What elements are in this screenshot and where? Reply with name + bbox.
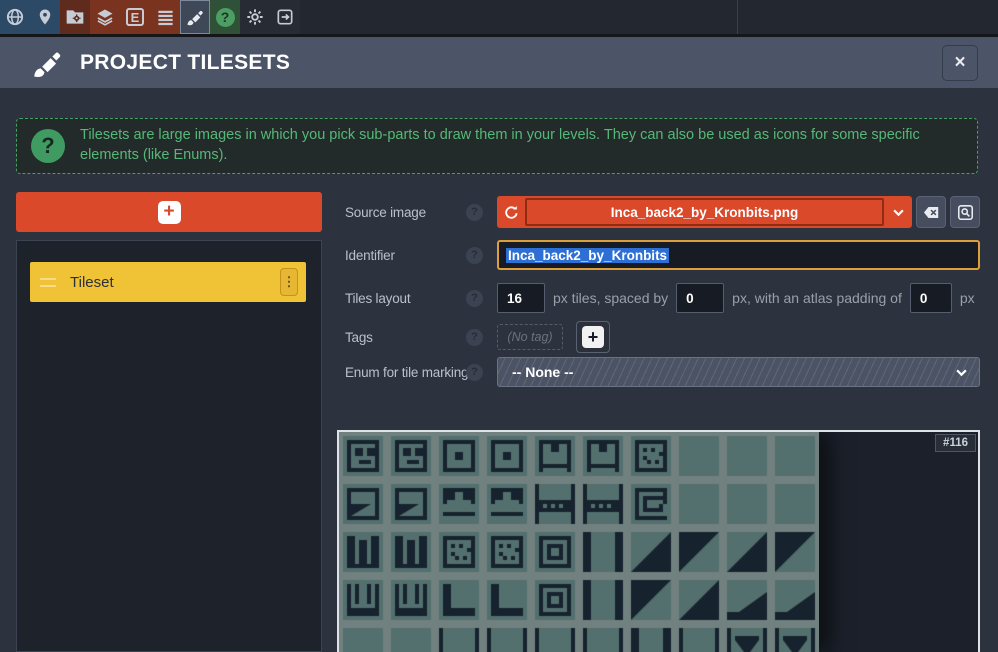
location-pin-icon xyxy=(36,7,54,27)
tileset-image[interactable] xyxy=(339,432,819,652)
plus-icon: + xyxy=(582,326,604,348)
location-pin-button[interactable] xyxy=(30,0,60,34)
level-list-button[interactable] xyxy=(150,0,180,34)
tags-row: Tags ? (No tag) + xyxy=(345,322,980,352)
project-settings-button[interactable] xyxy=(60,0,90,34)
selected-text: Inca_back2_by_Kronbits xyxy=(506,248,669,263)
layers-icon xyxy=(95,7,115,27)
tiles-layout-text: px tiles, spaced by xyxy=(553,290,668,306)
world-icon xyxy=(5,7,25,27)
chevron-down-icon xyxy=(954,365,969,380)
help-box: ? Tilesets are large images in which you… xyxy=(16,118,978,174)
tile-size-input[interactable] xyxy=(497,283,545,313)
tiles-layout-suffix: px xyxy=(960,290,975,306)
ldtk-window: E ? xyxy=(0,0,998,652)
question-icon: ? xyxy=(31,129,65,163)
item-menu-button[interactable]: ⋮ xyxy=(280,268,298,296)
help-badge-icon[interactable]: ? xyxy=(466,290,483,307)
tileset-list-item[interactable]: Tileset ⋮ xyxy=(30,262,306,302)
source-image-row: Source image ? Inca_back2_by_Kronbits.pn… xyxy=(345,196,980,228)
help-icon: ? xyxy=(216,8,235,27)
panel-body: ? Tilesets are large images in which you… xyxy=(0,88,998,652)
layers-button[interactable] xyxy=(90,0,120,34)
help-badge-icon[interactable]: ? xyxy=(466,364,483,381)
identifier-row: Identifier ? Inca_back2_by_Kronbits xyxy=(345,240,980,270)
identifier-label: Identifier xyxy=(345,248,466,263)
exit-icon xyxy=(275,7,295,27)
enum-marking-label: Enum for tile marking xyxy=(345,365,466,380)
paintbrush-icon xyxy=(30,46,64,80)
tile-spacing-input[interactable] xyxy=(676,283,724,313)
tags-label: Tags xyxy=(345,330,466,345)
help-text: Tilesets are large images in which you p… xyxy=(80,126,963,165)
search-file-icon xyxy=(956,203,975,222)
tiles-layout-row: Tiles layout ? px tiles, spaced by px, w… xyxy=(345,283,980,313)
locate-file-button[interactable] xyxy=(950,196,980,228)
world-button[interactable] xyxy=(0,0,30,34)
refresh-icon[interactable] xyxy=(497,196,525,228)
help-badge-icon[interactable]: ? xyxy=(466,204,483,221)
exit-button[interactable] xyxy=(270,0,300,34)
backspace-icon xyxy=(922,203,941,222)
source-image-label: Source image xyxy=(345,205,466,220)
clear-source-button[interactable] xyxy=(916,196,946,228)
folder-gear-icon xyxy=(65,7,85,27)
atlas-padding-input[interactable] xyxy=(910,283,952,313)
help-button[interactable]: ? xyxy=(210,0,240,34)
toolbar-divider xyxy=(737,0,738,34)
no-tag-placeholder: (No tag) xyxy=(497,324,563,350)
list-icon xyxy=(156,8,175,27)
close-button[interactable]: × xyxy=(942,45,978,81)
enum-marking-row: Enum for tile marking ? -- None -- xyxy=(345,357,980,387)
tile-count-badge: #116 xyxy=(935,434,976,452)
enum-icon: E xyxy=(126,8,144,26)
source-image-picker[interactable]: Inca_back2_by_Kronbits.png xyxy=(497,196,912,228)
page-title: PROJECT TILESETS xyxy=(80,51,290,75)
add-tileset-button[interactable]: + xyxy=(16,192,322,232)
add-tag-button[interactable]: + xyxy=(576,321,610,353)
source-image-filename[interactable]: Inca_back2_by_Kronbits.png xyxy=(525,198,884,226)
source-image-controls: Inca_back2_by_Kronbits.png xyxy=(497,196,980,228)
help-badge-icon[interactable]: ? xyxy=(466,247,483,264)
gear-icon xyxy=(245,7,265,27)
tilesets-button[interactable] xyxy=(180,0,210,34)
chevron-down-icon[interactable] xyxy=(884,196,912,228)
plus-icon: + xyxy=(158,201,181,224)
app-settings-button[interactable] xyxy=(240,0,270,34)
tileset-preview[interactable]: #116 xyxy=(337,430,980,652)
tiles-layout-text: px, with an atlas padding of xyxy=(732,290,902,306)
tiles-layout-label: Tiles layout xyxy=(345,291,466,306)
identifier-input[interactable]: Inca_back2_by_Kronbits xyxy=(497,240,980,270)
panel-titlebar: PROJECT TILESETS × xyxy=(0,37,998,88)
enum-marking-value: -- None -- xyxy=(512,364,573,380)
tileset-list: Tileset ⋮ xyxy=(16,240,322,652)
top-toolbar: E ? xyxy=(0,0,998,34)
drag-handle-icon[interactable] xyxy=(40,278,56,287)
help-badge-icon[interactable]: ? xyxy=(466,329,483,346)
tileset-item-label: Tileset xyxy=(70,274,114,291)
paintbrush-icon xyxy=(185,7,205,27)
enum-marking-select[interactable]: -- None -- xyxy=(497,357,980,387)
enums-button[interactable]: E xyxy=(120,0,150,34)
